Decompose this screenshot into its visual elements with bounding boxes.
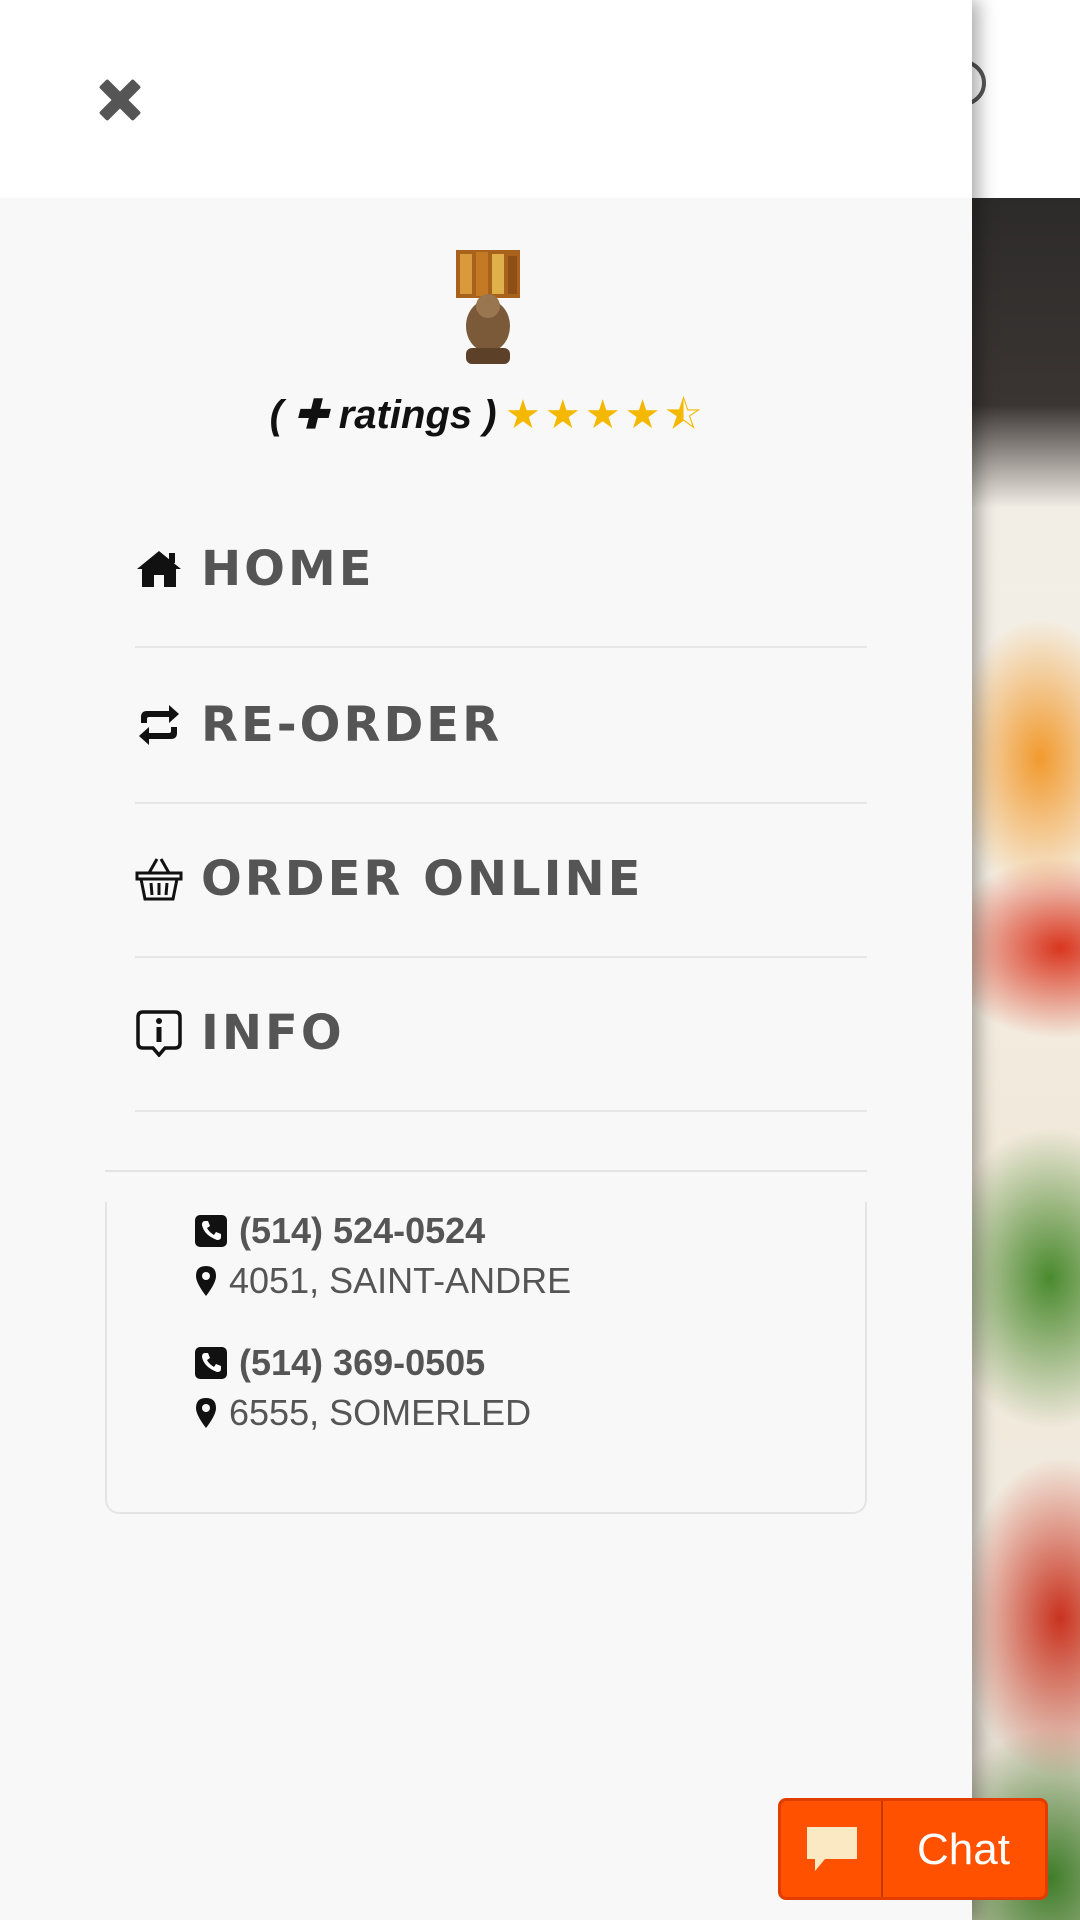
location-address: 4051, SAINT-ANDRE <box>195 1260 571 1302</box>
menu-item-label: INFO <box>201 1005 345 1061</box>
location-address-text: 4051, SAINT-ANDRE <box>229 1260 572 1301</box>
ratings-row: ( ✚ ratings ) ★ ★ ★ ★ ⯪ <box>0 392 972 442</box>
retweet-icon <box>139 705 179 745</box>
menu-item-home[interactable]: HOME <box>135 492 867 648</box>
star-full-icon: ★ <box>544 393 581 437</box>
map-pin-icon <box>196 1266 216 1296</box>
basket-icon <box>135 858 183 901</box>
phone-icon <box>195 1215 227 1247</box>
star-half-icon: ⯪ <box>664 393 703 437</box>
close-icon[interactable] <box>92 72 148 128</box>
location-phone-number: (514) 524-0524 <box>239 1210 486 1251</box>
drawer-header <box>0 0 972 198</box>
menu-item-label: HOME <box>201 541 375 597</box>
menu-item-info[interactable]: INFO <box>135 956 867 1112</box>
location-phone-number: (514) 369-0505 <box>239 1342 486 1383</box>
map-pin-icon <box>196 1398 216 1428</box>
ratings-label[interactable]: ( ✚ ratings ) <box>270 393 497 437</box>
chat-label: Chat <box>917 1825 1010 1874</box>
location-phone[interactable]: (514) 369-0505 <box>195 1342 485 1384</box>
chat-bubble-icon <box>807 1827 857 1871</box>
menu-divider <box>105 1170 867 1172</box>
restaurant-logo <box>456 250 520 364</box>
phone-icon <box>195 1347 227 1379</box>
location-address-text: 6555, SOMERLED <box>229 1392 532 1433</box>
home-icon <box>137 551 181 587</box>
star-full-icon: ★ <box>624 393 661 437</box>
star-full-icon: ★ <box>504 393 541 437</box>
location-phone[interactable]: (514) 524-0524 <box>195 1210 485 1252</box>
menu-item-label: ORDER ONLINE <box>201 851 644 907</box>
star-full-icon: ★ <box>584 393 621 437</box>
info-icon <box>136 1010 182 1057</box>
menu-item-reorder[interactable]: RE-ORDER <box>135 648 867 804</box>
menu-item-label: RE-ORDER <box>201 697 503 753</box>
side-drawer: ( ✚ ratings ) ★ ★ ★ ★ ⯪ HOME RE-ORDER ORDER … <box>0 0 972 1920</box>
menu-item-order-online[interactable]: ORDER ONLINE <box>135 802 867 958</box>
location-address: 6555, SOMERLED <box>195 1392 531 1434</box>
chat-button[interactable]: Chat <box>778 1798 1048 1900</box>
locations-box: (514) 524-0524 4051, SAINT-ANDRE (514) 3… <box>105 1202 867 1514</box>
chat-icon-box <box>781 1801 883 1897</box>
